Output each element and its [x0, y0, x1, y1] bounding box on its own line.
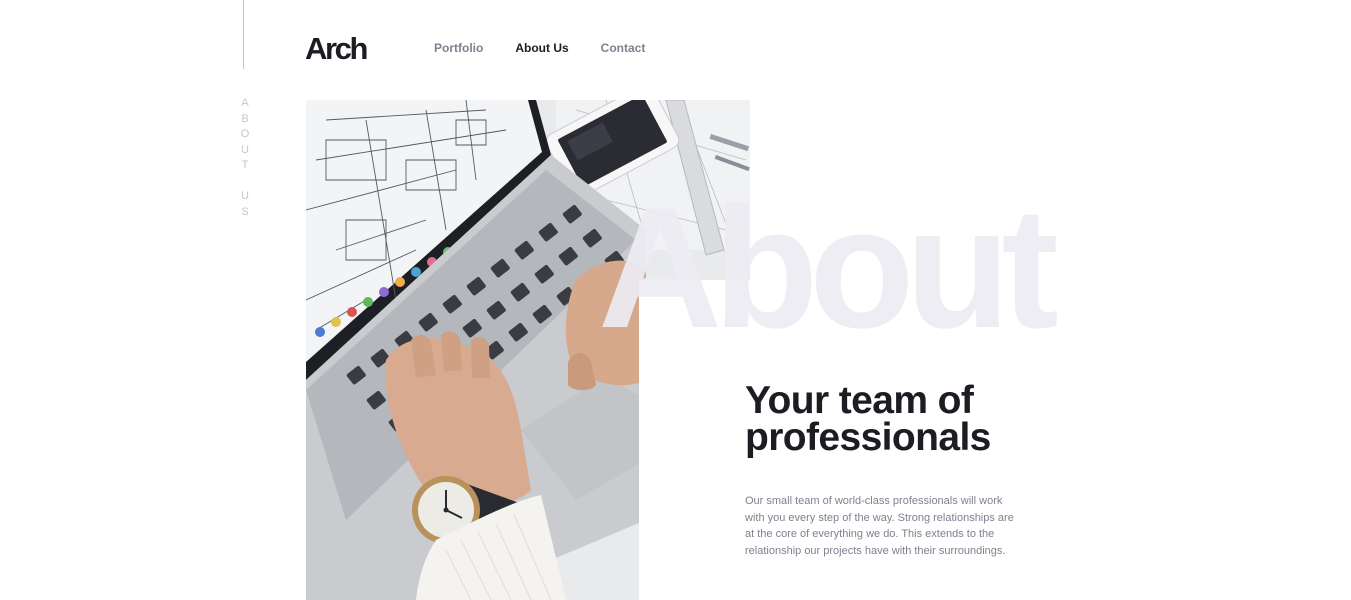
- sidebar-label-letter: s: [241, 205, 249, 218]
- sidebar-label-letter: U: [241, 190, 249, 202]
- main-nav: Portfolio About Us Contact: [434, 40, 677, 56]
- background-watermark-word: About: [598, 172, 1059, 364]
- sidebar-label-letter: t: [241, 159, 249, 171]
- nav-link-contact[interactable]: Contact: [601, 40, 646, 56]
- sidebar-label-letter: u: [241, 143, 249, 156]
- sidebar-label-letter: A: [241, 97, 249, 109]
- intro-paragraph: Our small team of world-class profession…: [745, 495, 1014, 557]
- nav-link-about-us[interactable]: About Us: [515, 40, 568, 56]
- sidebar-label-letter: b: [241, 112, 249, 125]
- nav-link-portfolio[interactable]: Portfolio: [434, 40, 483, 56]
- sidebar-section-label: About Us: [239, 96, 251, 220]
- about-page: About Us Arch Portfolio About Us Contact: [0, 0, 1351, 600]
- sidebar-label-letter: o: [240, 128, 250, 140]
- page-headline: Your team of professionals: [745, 379, 1045, 459]
- headline-line-2: professionals: [745, 416, 991, 459]
- sidebar-label-letter: [239, 174, 251, 190]
- headline-line-1: Your team of: [745, 379, 974, 422]
- logo[interactable]: Arch: [305, 30, 368, 68]
- sidebar-rail-line: [243, 0, 244, 69]
